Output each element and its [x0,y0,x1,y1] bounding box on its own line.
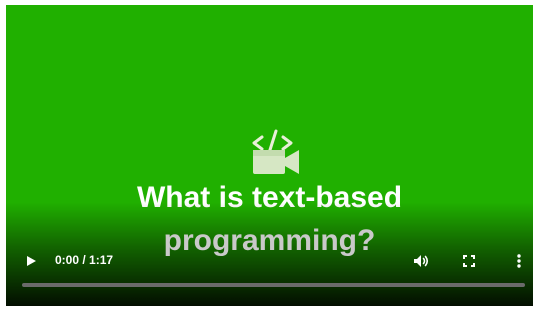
video-player[interactable]: What is text-based programming? 0:00 / 1… [6,5,533,306]
progress-bar[interactable] [22,283,525,287]
video-controls: 0:00 / 1:17 [6,245,533,275]
volume-icon[interactable] [411,251,431,271]
code-video-camera-icon [252,129,299,174]
more-vertical-icon[interactable] [509,251,529,271]
time-display: 0:00 / 1:17 [55,253,114,267]
fullscreen-icon[interactable] [459,251,479,271]
play-icon[interactable] [24,254,38,268]
